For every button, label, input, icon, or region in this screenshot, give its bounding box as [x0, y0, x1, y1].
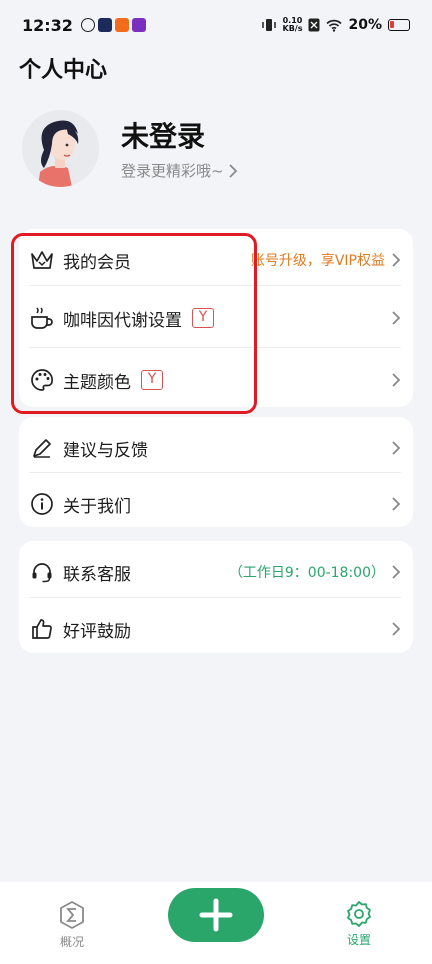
- profile-name[interactable]: 未登录: [121, 115, 205, 155]
- sim-icon: [308, 18, 320, 32]
- nav-label: 设置: [346, 933, 371, 947]
- menu-item-label: 咖啡因代谢设置: [63, 310, 182, 331]
- status-bar: 12:32 0.10 KB/s 20%: [0, 0, 432, 50]
- paid-badge: Y: [141, 370, 163, 390]
- menu-card-support: 联系客服 （工作日9：00-18:00） 好评鼓励: [19, 541, 413, 653]
- chevron-right-icon: [392, 441, 401, 455]
- wifi-icon: [326, 19, 343, 32]
- chevron-right-icon: [392, 497, 401, 511]
- status-right: 0.10 KB/s 20%: [261, 17, 410, 33]
- chevron-right-icon: [392, 373, 401, 387]
- sigma-icon: [60, 901, 84, 929]
- pencil-icon: [29, 435, 55, 461]
- chevron-right-icon: [392, 565, 401, 579]
- headset-icon: [29, 559, 55, 585]
- menu-item-rate-us[interactable]: 好评鼓励: [19, 598, 413, 660]
- plus-icon: [199, 898, 233, 932]
- menu-item-label: 我的会员: [63, 252, 131, 273]
- divider: [29, 285, 401, 286]
- service-hours-text: （工作日9：00-18:00）: [228, 565, 385, 581]
- chevron-right-icon: [228, 163, 237, 178]
- app-notification-icon: [80, 18, 95, 32]
- thumbs-up-icon: [29, 616, 55, 642]
- chevron-right-icon: [392, 253, 401, 267]
- status-time: 12:32: [22, 15, 73, 35]
- nav-tab-settings[interactable]: 设置: [333, 900, 385, 948]
- menu-item-label: 主题颜色: [63, 372, 131, 393]
- menu-item-caffeine-settings[interactable]: 咖啡因代谢设置 Y: [19, 287, 413, 349]
- menu-item-about-us[interactable]: 关于我们: [19, 473, 413, 535]
- app-notification-icon: [114, 18, 129, 32]
- nav-tab-overview[interactable]: 概况: [46, 900, 98, 950]
- crown-icon: [29, 247, 55, 273]
- palette-icon: [29, 367, 55, 393]
- coffee-cup-icon: [29, 305, 55, 331]
- avatar[interactable]: [22, 110, 99, 187]
- menu-card-feedback: 建议与反馈 关于我们: [19, 417, 413, 527]
- status-app-icons: [80, 18, 146, 32]
- menu-item-feedback[interactable]: 建议与反馈: [19, 417, 413, 479]
- battery-percent: 20%: [348, 17, 382, 33]
- avatar-illustration-icon: [22, 110, 99, 187]
- divider: [29, 347, 401, 348]
- vibrate-icon: [261, 19, 276, 31]
- gear-icon: [347, 901, 371, 927]
- chevron-right-icon: [392, 311, 401, 325]
- app-notification-icon: [97, 18, 112, 32]
- net-speed: 0.10 KB/s: [283, 17, 303, 33]
- add-record-button[interactable]: [168, 888, 264, 942]
- menu-card-membership: 我的会员 账号升级，享VIP权益 咖啡因代谢设置 Y 主题颜色 Y: [19, 229, 413, 407]
- paid-badge: Y: [192, 308, 214, 328]
- menu-item-label: 建议与反馈: [63, 440, 148, 461]
- menu-item-label: 好评鼓励: [63, 621, 131, 642]
- net-speed-unit: KB/s: [282, 24, 303, 33]
- battery-icon: [388, 19, 410, 31]
- vip-promo-text: 账号升级，享VIP权益: [250, 253, 385, 269]
- menu-item-customer-service[interactable]: 联系客服 （工作日9：00-18:00）: [19, 541, 413, 603]
- chevron-right-icon: [392, 622, 401, 636]
- menu-item-label: 关于我们: [63, 496, 131, 517]
- page-title: 个人中心: [19, 58, 108, 83]
- login-prompt-link[interactable]: 登录更精彩哦~: [121, 160, 238, 181]
- info-icon: [29, 491, 55, 517]
- login-prompt-text: 登录更精彩哦~: [121, 162, 224, 180]
- menu-item-membership[interactable]: 我的会员 账号升级，享VIP权益: [19, 229, 413, 291]
- menu-item-label: 联系客服: [63, 564, 131, 585]
- app-notification-icon: [131, 18, 146, 32]
- nav-label: 概况: [59, 935, 84, 949]
- menu-item-theme-color[interactable]: 主题颜色 Y: [19, 349, 413, 411]
